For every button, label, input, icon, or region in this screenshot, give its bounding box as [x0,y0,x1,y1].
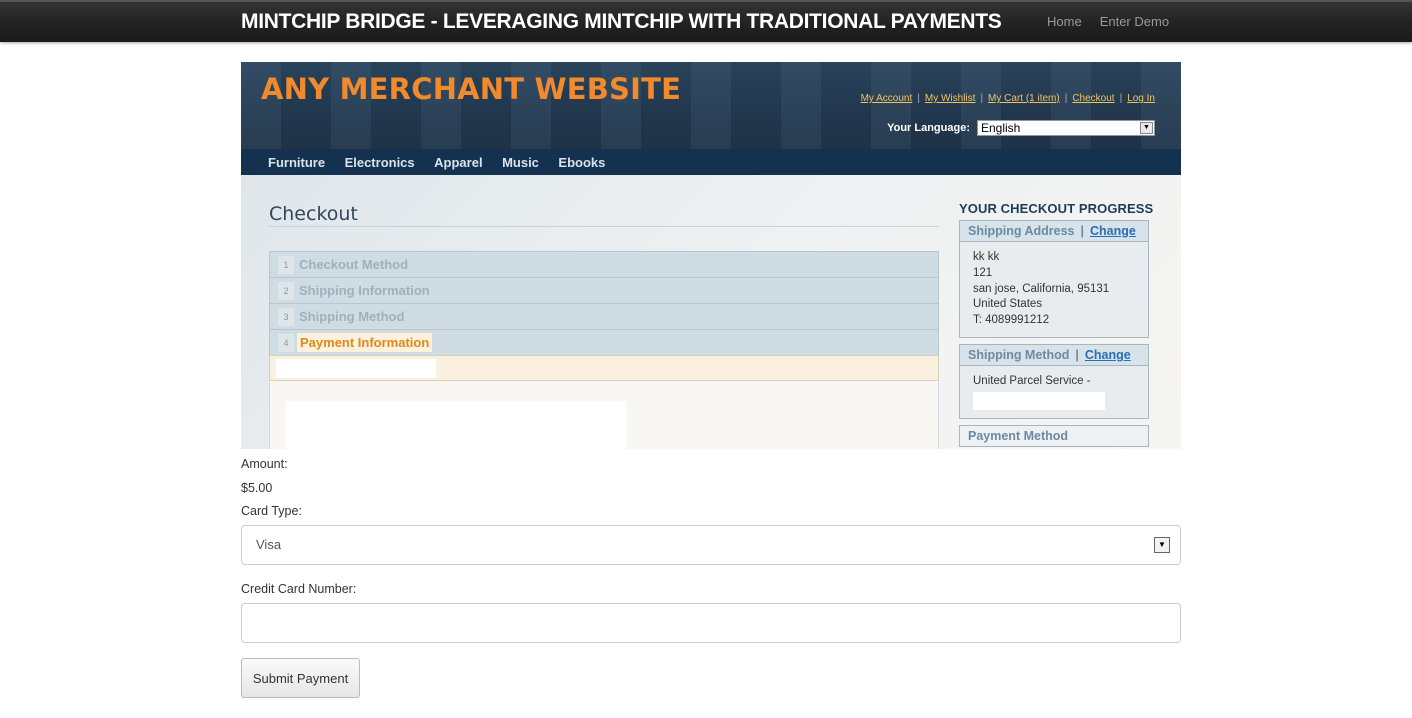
nav-electronics[interactable]: Electronics [345,155,415,170]
checkout-progress: YOUR CHECKOUT PROGRESS Shipping Address … [959,201,1154,449]
nav-apparel[interactable]: Apparel [434,155,482,170]
card-number-input[interactable] [241,603,1181,643]
page-title: Checkout [269,203,358,225]
card-type-select[interactable]: Visa ▼ [241,525,1181,565]
merchant-category-nav: Furniture Electronics Apparel Music Eboo… [241,149,1181,175]
shipping-method-value: United Parcel Service - [973,374,1091,387]
nav-links: Home Enter Demo [1047,14,1169,29]
merchant-screenshot: ANY MERCHANT WEBSITE My Account | My Wishl… [241,62,1181,449]
nav-home-link[interactable]: Home [1047,14,1082,29]
change-shipping-address-link[interactable]: Change [1090,224,1136,238]
nav-enter-demo-link[interactable]: Enter Demo [1100,14,1169,29]
step-number: 1 [278,255,294,274]
my-account-link[interactable]: My Account [861,93,913,104]
change-shipping-method-link[interactable]: Change [1085,348,1131,362]
my-cart-link[interactable]: My Cart (1 item) [988,93,1060,104]
checkout-link[interactable]: Checkout [1072,93,1114,104]
step-label: Payment Information [297,333,433,352]
merchant-logo: ANY MERCHANT WEBSITE [261,72,682,106]
chevron-down-icon: ▼ [1154,537,1170,553]
box-heading-label: Shipping Address [968,224,1075,238]
redacted-area [973,391,1105,410]
log-in-link[interactable]: Log In [1127,93,1155,104]
amount-value: $5.00 [241,481,273,495]
language-switcher: Your Language: English ▼ [887,120,1155,136]
shipping-address-lines: kk kk 121 san jose, California, 95131 Un… [960,242,1148,337]
redacted-area [276,359,436,378]
card-number-label: Credit Card Number: [241,582,357,596]
payment-panel-content [269,381,939,449]
nav-music[interactable]: Music [502,155,539,170]
step-shipping-information[interactable]: 2 Shipping Information [269,277,939,303]
address-line: T: 4089991212 [973,314,1050,327]
address-line: 121 [973,266,993,279]
merchant-account-links: My Account | My Wishlist | My Cart (1 item) |… [860,93,1155,104]
address-line: United States [973,298,1043,311]
nav-furniture[interactable]: Furniture [268,155,325,170]
step-number: 3 [278,307,294,326]
card-type-label: Card Type: [241,504,302,518]
shipping-method-box: Shipping Method | Change United Parcel S… [959,343,1149,419]
shipping-address-heading: Shipping Address | Change [960,221,1148,242]
language-select[interactable]: English ▼ [977,120,1155,136]
language-label: Your Language: [887,122,970,134]
nav-ebooks[interactable]: Ebooks [558,155,605,170]
address-line: san jose, California, 95131 [973,282,1110,295]
shipping-method-heading: Shipping Method | Change [960,344,1148,366]
submit-payment-button[interactable]: Submit Payment [241,658,360,698]
step-shipping-method[interactable]: 3 Shipping Method [269,303,939,329]
step-label: Shipping Method [299,309,405,324]
step-checkout-method[interactable]: 1 Checkout Method [269,251,939,277]
shipping-method-details: United Parcel Service - [960,366,1148,418]
step-payment-information[interactable]: 4 Payment Information [269,329,939,355]
step-number: 4 [278,333,294,352]
my-wishlist-link[interactable]: My Wishlist [925,93,976,104]
amount-label: Amount: [241,457,288,471]
chevron-down-icon: ▼ [1140,122,1153,134]
merchant-header: ANY MERCHANT WEBSITE My Account | My Wishl… [241,62,1181,149]
top-navbar: MINTCHIP BRIDGE - LEVERAGING MINTCHIP WI… [0,0,1412,42]
brand-title[interactable]: MINTCHIP BRIDGE - LEVERAGING MINTCHIP WI… [241,10,1002,34]
redacted-area [286,401,626,449]
title-divider [269,226,939,227]
box-heading-label: Payment Method [968,428,1069,443]
checkout-steps: 1 Checkout Method 2 Shipping Information… [269,251,939,449]
progress-title: YOUR CHECKOUT PROGRESS [959,201,1154,216]
language-value: English [981,121,1021,135]
address-line: kk kk [973,251,1000,263]
shipping-address-box: Shipping Address | Change kk kk 121 san … [959,220,1149,338]
box-heading-label: Shipping Method [968,347,1070,362]
card-type-value: Visa [256,537,282,552]
payment-method-box: Payment Method [959,424,1149,447]
step-number: 2 [278,281,294,300]
payment-panel-header [269,355,939,381]
step-label: Shipping Information [299,283,430,298]
checkout-body: Checkout 1 Checkout Method 2 Shipping In… [241,175,1181,449]
step-label: Checkout Method [299,257,409,272]
payment-method-heading: Payment Method [960,425,1148,446]
